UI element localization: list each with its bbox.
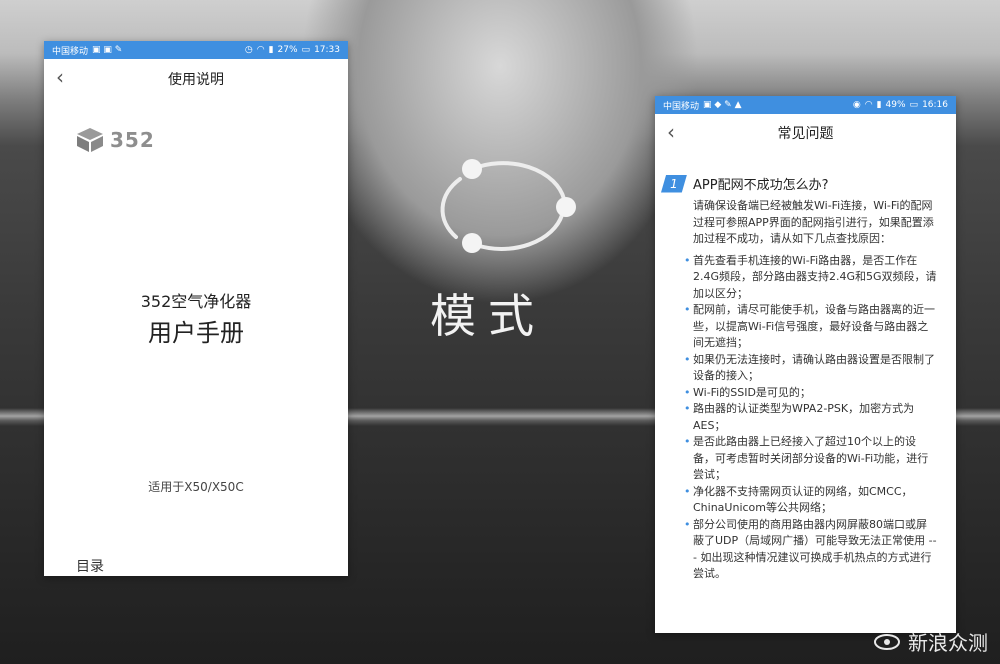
battery-label: 27% — [277, 45, 298, 55]
nav-bar: ‹ 常见问题 — [655, 114, 956, 152]
wifi-icon: ◠ — [864, 100, 873, 110]
faq-answer: 请确保设备端已经被触发Wi-Fi连接，Wi-Fi的配网过程可参照APP界面的配网… — [684, 198, 937, 583]
bullet-item: • 配网前，请尽可能使手机，设备与路由器离的近一些，以提高Wi-Fi信号强度，最好… — [684, 303, 935, 349]
bullet-item: • 是否此路由器上已经接入了超过10个以上的设备，可考虑暂时关闭部分设备的Wi-F… — [684, 435, 929, 481]
bullet-dot-icon: • — [684, 253, 691, 267]
applicable-models: 适用于X50/X50C — [148, 480, 244, 494]
bullet-item: • 如果仍无法连接时，请确认路由器设置是否限制了设备的接入； — [684, 352, 935, 383]
status-bar: 中国移动 ▣ ▣ ✎ ◷ ◠ ▮ 27% ▭ 17:33 — [44, 41, 348, 59]
back-icon[interactable]: ‹ — [667, 120, 675, 144]
battery-icon: ▭ — [301, 45, 311, 55]
carrier-label: 中国移动 — [663, 101, 700, 112]
mode-text: 模式 — [430, 289, 546, 343]
bullet-item: • 路由器的认证类型为WPA2-PSK，加密方式为AES； — [684, 402, 915, 432]
page-title: 常见问题 — [777, 126, 834, 142]
question-text: APP配网不成功怎么办? — [693, 178, 829, 193]
notification-icons: ▣ ◆ ✎ ▲ — [703, 100, 742, 110]
watermark-text: 新浪众测 — [908, 631, 988, 655]
toc-link[interactable]: 目录 — [76, 556, 104, 576]
bullet-dot-icon: • — [684, 303, 691, 316]
bullet-item: • 净化器不支持需网页认证的网络，如CMCC，ChinaUnicom等公共网络； — [684, 484, 913, 515]
cube-logo-icon — [77, 128, 103, 152]
logo-text: 352 — [110, 128, 155, 152]
product-name: 352空气净化器 — [140, 292, 252, 311]
answer-bullets: • 首先查看手机连接的Wi-Fi路由器，是否工作在2.4G频段，部分路由器支持2.… — [684, 253, 937, 583]
wifi-icon: ◠ — [256, 45, 265, 55]
bullet-item: • Wi-Fi的SSID是可见的； — [684, 385, 937, 402]
faq-question[interactable]: 1 APP配网不成功怎么办? — [661, 174, 828, 193]
brand-logo: 352 — [76, 127, 155, 153]
question-number-badge: 1 — [661, 174, 687, 193]
right-phone-screen: 中国移动 ▣ ◆ ✎ ▲ ◉ ◠ ▮ 49% ▭ 16:16 ‹ 常见问题 1 … — [655, 96, 956, 633]
notification-icons: ▣ ▣ ✎ — [92, 45, 123, 55]
bullet-dot-icon: • — [684, 402, 691, 415]
share-ring-icon — [440, 159, 576, 253]
time-label: 16:16 — [922, 100, 948, 110]
back-icon[interactable]: ‹ — [56, 65, 64, 89]
bullet-dot-icon: • — [684, 517, 691, 531]
bullet-dot-icon: • — [684, 385, 691, 399]
bullet-dot-icon: • — [684, 352, 691, 366]
manual-title: 用户手册 — [148, 319, 244, 347]
bullet-item: • 首先查看手机连接的Wi-Fi路由器，是否工作在2.4G频段，部分路由器支持2.… — [684, 253, 937, 300]
watermark: 新浪众测 — [874, 627, 988, 656]
sina-eye-icon — [874, 633, 900, 650]
nav-bar: ‹ 使用说明 — [44, 59, 348, 99]
battery-label: 49% — [885, 100, 906, 110]
battery-icon: ▭ — [909, 100, 919, 110]
left-phone-screen: 中国移动 ▣ ▣ ✎ ◷ ◠ ▮ 27% ▭ 17:33 ‹ 使用说明 352 … — [44, 41, 348, 576]
time-label: 17:33 — [314, 45, 340, 55]
signal-icon: ▮ — [876, 100, 882, 110]
page-title: 使用说明 — [168, 72, 224, 88]
eye-icon: ◉ — [852, 100, 861, 110]
bullet-item: • 部分公司使用的商用路由器内网屏蔽80端口或屏蔽了UDP（局域网广播）可能导致无… — [684, 517, 937, 581]
status-bar: 中国移动 ▣ ◆ ✎ ▲ ◉ ◠ ▮ 49% ▭ 16:16 — [655, 96, 956, 114]
signal-icon: ▮ — [268, 45, 274, 55]
bullet-dot-icon: • — [684, 435, 691, 448]
carrier-label: 中国移动 — [52, 46, 89, 57]
bullet-dot-icon: • — [684, 484, 691, 498]
answer-intro: 请确保设备端已经被触发Wi-Fi连接，Wi-Fi的配网过程可参照APP界面的配网… — [693, 199, 934, 245]
alarm-icon: ◷ — [244, 45, 253, 55]
